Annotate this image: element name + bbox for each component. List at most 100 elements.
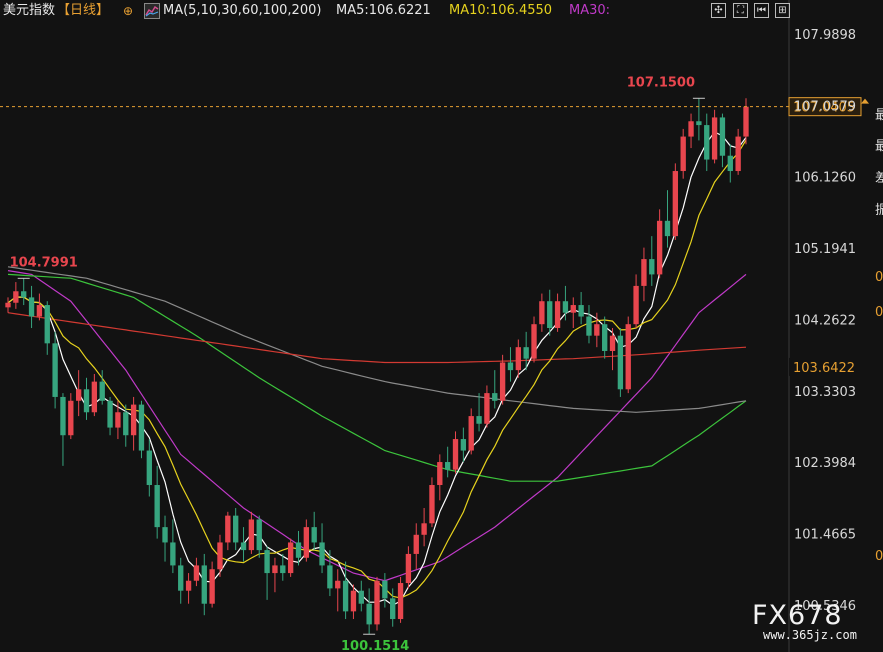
candle-up bbox=[656, 220, 663, 275]
candle-up bbox=[225, 515, 231, 543]
candle-layer bbox=[5, 98, 749, 635]
candle-down bbox=[264, 550, 270, 574]
candle-down bbox=[586, 316, 592, 336]
moving-average-layer bbox=[7, 131, 747, 606]
candle-down bbox=[52, 343, 58, 397]
candle-up bbox=[743, 106, 749, 137]
candle-up bbox=[374, 580, 380, 625]
candle-up bbox=[75, 389, 82, 401]
candle-down bbox=[311, 527, 317, 543]
candle-down bbox=[327, 565, 333, 589]
candle-down bbox=[99, 381, 105, 401]
ma-params[interactable]: MA(5,10,30,60,100,200) bbox=[163, 0, 321, 22]
candle-down bbox=[507, 362, 514, 371]
candle-down bbox=[107, 400, 113, 428]
candle-up bbox=[397, 583, 404, 620]
candle-up bbox=[641, 259, 647, 286]
candle-down bbox=[578, 305, 584, 317]
candle-down bbox=[162, 527, 168, 543]
y-tick-label: 105.1941 bbox=[794, 242, 856, 257]
candle-up bbox=[272, 565, 278, 574]
y-tick-label: 106.1260 bbox=[794, 171, 856, 186]
candle-down bbox=[123, 412, 129, 436]
candle-up bbox=[437, 462, 443, 486]
candle-up bbox=[68, 400, 74, 436]
candle-up bbox=[13, 291, 19, 303]
candle-down bbox=[727, 155, 733, 172]
candlestick-chart[interactable]: 107.0405103.6422107.1500104.7991100.1514… bbox=[0, 0, 883, 652]
candle-up bbox=[185, 580, 192, 591]
y-tick-label: 107.9898 bbox=[794, 28, 856, 43]
right-edge-char: 0 bbox=[875, 305, 883, 320]
candle-down bbox=[664, 220, 671, 237]
candle-down bbox=[256, 519, 262, 551]
candle-down bbox=[83, 389, 90, 413]
ma10-line bbox=[7, 139, 747, 599]
candle-up bbox=[594, 324, 600, 336]
candle-up bbox=[680, 136, 686, 172]
candle-down bbox=[649, 259, 655, 275]
right-edge-char: 0 bbox=[875, 549, 883, 564]
candle-up bbox=[735, 136, 741, 172]
candle-up bbox=[499, 362, 506, 401]
extreme-label: 100.1514 bbox=[341, 639, 409, 652]
y-tick-label: 103.3303 bbox=[794, 385, 856, 400]
candle-up bbox=[672, 171, 679, 237]
candle-down bbox=[170, 542, 176, 566]
candle-up bbox=[193, 565, 200, 581]
candle-down bbox=[240, 542, 247, 551]
right-edge-char: 最 bbox=[875, 108, 883, 123]
candle-down bbox=[28, 297, 35, 317]
candle-up bbox=[36, 305, 43, 317]
candle-down bbox=[444, 462, 451, 470]
candle-down bbox=[492, 393, 498, 401]
candle-down bbox=[146, 450, 152, 486]
reference-price-label: 103.6422 bbox=[793, 361, 855, 376]
candle-down bbox=[60, 396, 66, 436]
right-edge-char: 振 bbox=[875, 203, 883, 218]
extreme-label: 104.7991 bbox=[10, 255, 78, 270]
candle-up bbox=[421, 523, 427, 535]
step-back-icon[interactable]: ⏮ bbox=[754, 3, 769, 18]
candle-down bbox=[154, 485, 160, 528]
candle-up bbox=[468, 416, 474, 451]
candle-down bbox=[476, 416, 482, 424]
maximize-icon[interactable]: ⛶ bbox=[733, 3, 748, 18]
candle-up bbox=[248, 519, 255, 551]
candle-up bbox=[115, 412, 121, 428]
candle-down bbox=[201, 565, 207, 604]
candle-down bbox=[342, 580, 349, 612]
y-tick-label: 104.2622 bbox=[794, 313, 856, 328]
watermark-url: www.365jz.com bbox=[763, 628, 857, 642]
right-edge-char: 0 bbox=[875, 270, 883, 285]
candle-up bbox=[633, 285, 639, 325]
candle-up bbox=[405, 553, 412, 584]
right-edge-char: 最 bbox=[875, 139, 883, 154]
up-arrow-icon bbox=[861, 98, 869, 104]
line-chart-icon[interactable] bbox=[144, 3, 160, 19]
candle-down bbox=[178, 565, 184, 591]
candle-down bbox=[460, 439, 467, 451]
candle-up bbox=[91, 381, 98, 413]
y-tick-label: 107.0579 bbox=[794, 99, 856, 114]
candle-up bbox=[625, 324, 631, 390]
candle-up bbox=[217, 542, 223, 570]
ma10-value: MA10:106.4550 bbox=[449, 3, 553, 18]
extreme-label: 107.1500 bbox=[627, 75, 695, 90]
candle-down bbox=[138, 404, 145, 451]
candle-up bbox=[539, 301, 545, 325]
chart-header: 美元指数 【日线】 ⊕ MA(5,10,30,60,100,200) MA5:1… bbox=[0, 0, 883, 22]
candle-up bbox=[515, 347, 521, 371]
candle-up bbox=[452, 439, 459, 470]
grid-icon[interactable]: ⊞ bbox=[775, 3, 790, 18]
candle-down bbox=[319, 542, 325, 566]
add-indicator-icon[interactable]: ⊕ bbox=[123, 0, 133, 22]
period-selector[interactable]: 【日线】 bbox=[57, 0, 109, 22]
candle-up bbox=[484, 393, 490, 424]
candle-up bbox=[209, 569, 215, 604]
crosshair-icon[interactable]: ✣ bbox=[711, 3, 726, 18]
candle-up bbox=[711, 117, 718, 160]
ma30-value: MA30: bbox=[569, 3, 611, 18]
candle-up bbox=[5, 302, 11, 308]
candle-down bbox=[233, 515, 239, 543]
